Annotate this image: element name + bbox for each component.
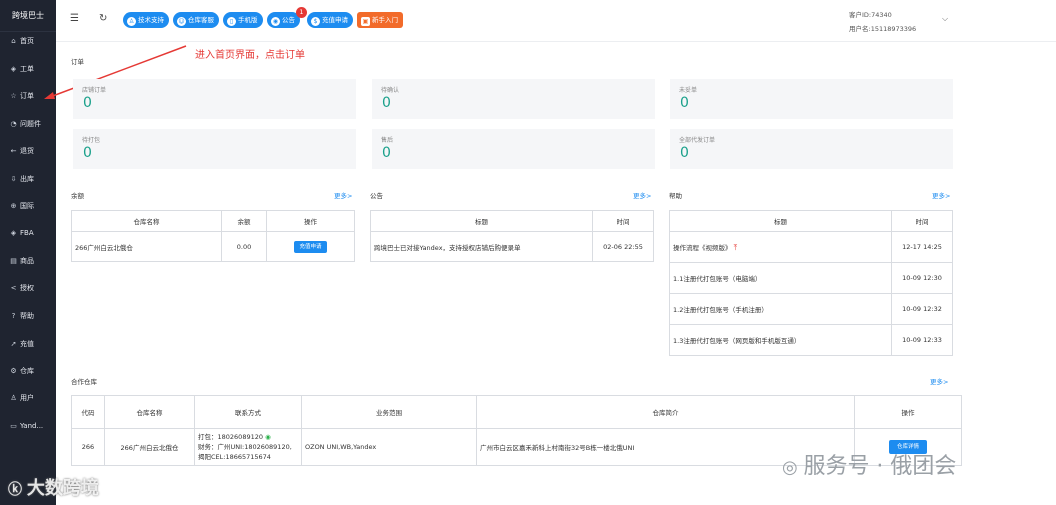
logo-mark-icon: ⓚ [8,482,27,498]
stat-value: 0 [680,95,689,111]
col-intro: 仓库简介 [476,395,855,429]
help-row-time: 10-09 12:30 [891,262,953,294]
table-row[interactable]: 跨境巴士已对接Yandex，支持授权店铺后购便录单 02-06 22:55 [370,231,654,262]
stat-value: 0 [83,145,92,161]
balance-warehouse: 266广州白云北俄仓 [71,231,222,262]
help-row-time: 12-17 14:25 [891,231,953,263]
col-notice-title: 标题 [370,210,593,232]
table-row[interactable]: 操作流程《视频版》 ⤒ 12-17 14:25 [669,231,953,263]
stat-label: 待打包 [82,137,101,144]
stat-label: 店铺订单 [82,87,107,94]
watermark-left: ⓚ 大数跨境 [8,478,99,499]
orders-title: 订单 [71,58,84,66]
help-table: 标题 时间 操作流程《视频版》 ⤒ 12-17 14:25 1.1注册代打包账号… [669,210,953,356]
wechat-watermark-icon: ◎ [782,457,804,478]
notice-row-title[interactable]: 跨境巴士已对接Yandex，支持授权店铺后购便录单 [370,231,593,262]
col-notice-time: 时间 [592,210,654,232]
table-row[interactable]: 1.3注册代打包账号（网页版和手机版互通） 10-09 12:33 [669,324,953,356]
balance-table: 仓库名称 余额 操作 266广州白云北俄仓 0.00 充值申请 [71,210,355,262]
col-warehouse-name: 仓库名称 [71,210,222,232]
order-stat-card[interactable]: 待打包 0 [73,129,356,169]
balance-title: 余额 [71,192,84,200]
table-row[interactable]: 1.2注册代打包账号（手机注册） 10-09 12:32 [669,293,953,325]
order-stat-card[interactable]: 全部代发订单 0 [670,129,953,169]
help-row-title[interactable]: 1.3注册代打包账号（网页版和手机版互通） [669,324,892,356]
col-help-time: 时间 [891,210,953,232]
notice-table: 标题 时间 跨境巴士已对接Yandex，支持授权店铺后购便录单 02-06 22… [370,210,654,262]
stat-value: 0 [680,145,689,161]
help-row-title[interactable]: 1.1注册代打包账号（电脑端） [669,262,892,294]
stat-value: 0 [382,95,391,111]
notice-row-time: 02-06 22:55 [592,231,654,262]
col-scope: 业务范围 [301,395,477,429]
partner-name: 266广州白云北俄仓 [104,428,195,466]
partner-contact-finance: 财务：广州UNI:18026089120, [198,443,292,451]
hot-icon: ⤒ [733,242,738,252]
partner-title: 合作仓库 [71,378,97,386]
col-name: 仓库名称 [104,395,195,429]
stat-value: 0 [83,95,92,111]
balance-amount: 0.00 [221,231,267,262]
table-row[interactable]: 1.1注册代打包账号（电脑端） 10-09 12:30 [669,262,953,294]
col-action: 操作 [266,210,355,232]
stat-label: 待确认 [381,87,400,94]
watermark-right: ◎ 服务号 · 俄团会 [782,454,957,479]
col-action: 操作 [854,395,962,429]
stat-label: 未妥单 [679,87,698,94]
order-stat-card[interactable]: 售后 0 [372,129,655,169]
help-row-title[interactable]: 操作流程《视频版》 [673,244,732,252]
notice-more-link[interactable]: 更多> [633,190,651,200]
col-code: 代码 [71,395,105,429]
balance-more-link[interactable]: 更多> [334,190,352,200]
recharge-button[interactable]: 充值申请 [294,240,327,253]
help-row-time: 10-09 12:33 [891,324,953,356]
help-title: 帮助 [669,192,682,200]
partner-contact-packing: 打包：18026089120 [198,433,263,441]
help-row-time: 10-09 12:32 [891,293,953,325]
col-contact: 联系方式 [194,395,302,429]
stat-label: 售后 [381,137,394,144]
partner-more-link[interactable]: 更多> [930,376,948,386]
order-stat-card[interactable]: 未妥单 0 [670,79,953,119]
notice-title: 公告 [370,192,383,200]
col-balance: 余额 [221,210,267,232]
stat-label: 全部代发订单 [679,137,716,144]
partner-contact-jieyang: 揭阳CEL:18665715674 [198,453,271,461]
stat-value: 0 [382,145,391,161]
wechat-icon: ◉ [265,433,271,441]
partner-scope: OZON UNI,WB,Yandex [301,428,477,466]
help-more-link[interactable]: 更多> [932,190,950,200]
order-stat-card[interactable]: 店铺订单 0 [73,79,356,119]
partner-code: 266 [71,428,105,466]
help-row-title[interactable]: 1.2注册代打包账号（手机注册） [669,293,892,325]
col-help-title: 标题 [669,210,892,232]
table-row: 266广州白云北俄仓 0.00 充值申请 [71,231,355,262]
order-stat-card[interactable]: 待确认 0 [372,79,655,119]
